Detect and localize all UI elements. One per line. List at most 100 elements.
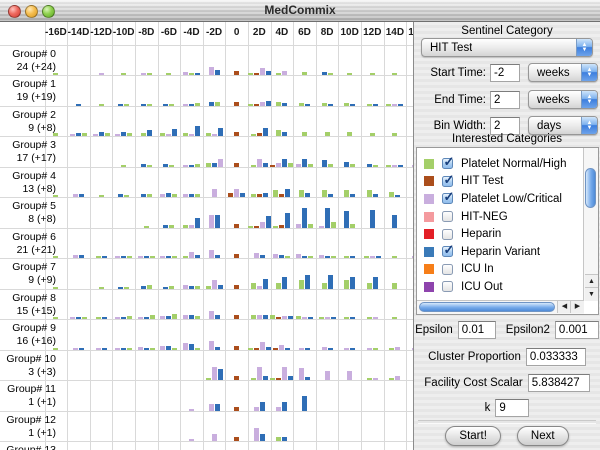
- group-label: Group# 4 13 (+8): [0, 170, 56, 196]
- start-button[interactable]: Start!: [445, 426, 501, 446]
- event-bar: [205, 162, 211, 167]
- bin-width-input[interactable]: [490, 116, 520, 135]
- event-bar: [305, 193, 310, 197]
- event-bar: [372, 347, 378, 350]
- category-checkbox[interactable]: [442, 155, 454, 170]
- event-bar: [375, 256, 381, 258]
- event-bar: [366, 317, 372, 319]
- start-time-unit-select[interactable]: weeks ▲ ▼: [528, 63, 598, 82]
- event-bar: [149, 256, 155, 258]
- sentinel-category-value: HIT Test: [430, 41, 473, 54]
- event-bar: [211, 189, 217, 197]
- column-header: -2D: [206, 27, 223, 38]
- gridline-vertical: [293, 22, 295, 450]
- gridline-horizontal: [0, 75, 413, 76]
- event-bar: [344, 190, 350, 197]
- scroll-left-arrow[interactable]: ◀: [557, 301, 571, 313]
- event-bar: [347, 371, 353, 380]
- facility-cost-scalar-input[interactable]: [527, 374, 590, 392]
- horizontal-scrollbar[interactable]: ◀ ▶: [417, 300, 584, 314]
- event-bar: [115, 347, 121, 350]
- epsilon2-input[interactable]: [554, 321, 599, 339]
- event-bar: [169, 285, 175, 289]
- group-label: Group# 12 1 (+1): [0, 414, 56, 440]
- cluster-proportion-input[interactable]: [525, 348, 586, 366]
- close-button[interactable]: [8, 4, 21, 18]
- popup-arrows-icon: ▲ ▼: [581, 91, 597, 108]
- event-bar: [234, 437, 240, 441]
- event-bar: [234, 132, 240, 136]
- group-count: 3 (+3): [28, 365, 56, 378]
- k-input[interactable]: [495, 399, 530, 417]
- event-bar: [296, 316, 301, 319]
- epsilon-input[interactable]: [457, 321, 496, 339]
- titlebar[interactable]: MedCommix: [0, 0, 600, 22]
- event-bar: [234, 345, 240, 350]
- event-bar: [211, 367, 217, 380]
- category-checkbox[interactable]: [442, 211, 453, 223]
- event-bar: [183, 315, 188, 319]
- end-time-unit-value: weeks: [537, 93, 570, 106]
- start-time-unit-value: weeks: [537, 66, 570, 79]
- event-bar: [195, 255, 200, 258]
- divider: [418, 420, 596, 424]
- next-button[interactable]: Next: [516, 426, 569, 446]
- gridline-vertical: [248, 22, 249, 450]
- event-bar: [327, 103, 333, 106]
- horizontal-scroll-thumb[interactable]: [419, 302, 555, 312]
- event-bar: [350, 194, 356, 197]
- gridline-vertical: [225, 22, 227, 450]
- category-checkbox[interactable]: [442, 242, 454, 258]
- event-bar: [276, 73, 282, 75]
- event-bar: [273, 190, 279, 197]
- event-bar: [398, 103, 404, 106]
- minimize-button[interactable]: [25, 4, 38, 18]
- event-bar: [214, 70, 220, 75]
- event-bar: [327, 163, 333, 167]
- end-time-unit-select[interactable]: weeks ▲ ▼: [528, 90, 598, 109]
- category-checkbox[interactable]: [442, 172, 454, 188]
- category-checkbox[interactable]: [442, 228, 453, 240]
- category-checkbox[interactable]: [442, 189, 454, 205]
- event-bar: [324, 132, 330, 136]
- event-bar: [183, 133, 188, 136]
- group-name: Group# 10: [6, 352, 56, 365]
- group-name: Group# 3: [12, 139, 56, 151]
- start-time-input[interactable]: [490, 63, 520, 82]
- popup-arrows-icon: ▲ ▼: [576, 39, 592, 56]
- event-bar: [273, 254, 279, 258]
- event-bar: [195, 316, 200, 319]
- event-bar: [318, 225, 324, 228]
- event-bar: [302, 158, 307, 167]
- event-bar: [282, 132, 288, 136]
- scroll-right-arrow[interactable]: ▶: [570, 301, 584, 313]
- event-bar: [143, 317, 149, 319]
- group-name: Group# 5: [12, 200, 56, 212]
- scroll-up-arrow[interactable]: ▲: [585, 274, 598, 288]
- group-name: Group# 6: [12, 230, 56, 243]
- event-bar: [166, 316, 172, 319]
- gridline-horizontal: [0, 288, 413, 290]
- event-bar: [73, 255, 78, 258]
- zoom-button[interactable]: [42, 4, 55, 18]
- event-bar: [234, 376, 240, 380]
- event-bar: [214, 214, 220, 228]
- event-bar: [279, 255, 285, 258]
- sentinel-category-select[interactable]: HIT Test ▲ ▼: [421, 38, 593, 57]
- category-checkbox[interactable]: [442, 263, 453, 275]
- event-bar: [163, 163, 169, 167]
- event-bar: [53, 286, 59, 289]
- gridline-horizontal: [0, 319, 413, 320]
- end-time-input[interactable]: [490, 90, 520, 109]
- event-bar: [344, 102, 350, 106]
- category-checkbox[interactable]: [442, 281, 453, 293]
- event-bar: [285, 347, 291, 350]
- event-bar: [386, 103, 392, 106]
- scroll-down-arrow[interactable]: ▼: [585, 287, 598, 301]
- category-color-swatch: [424, 264, 434, 275]
- event-bar: [124, 103, 130, 106]
- vertical-scroll-thumb[interactable]: [585, 168, 596, 208]
- end-time-row: End Time: weeks ▲▼: [414, 90, 600, 109]
- event-bar: [189, 224, 194, 228]
- vertical-scrollbar[interactable]: ▲ ▼: [583, 148, 598, 301]
